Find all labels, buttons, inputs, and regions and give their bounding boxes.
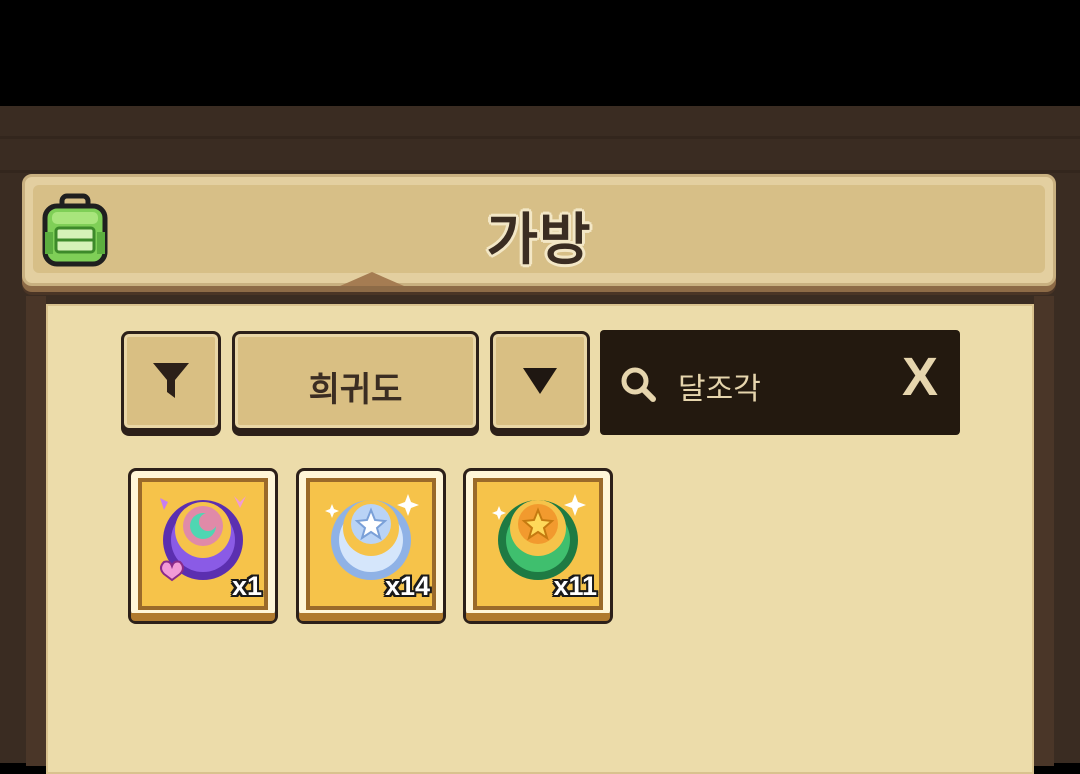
header-bar: 가방 [22, 174, 1056, 286]
filter-button[interactable] [121, 331, 221, 431]
header-notch [340, 272, 404, 286]
search-icon [621, 367, 656, 402]
item-quantity: x1 [231, 571, 262, 601]
top-black-bar [0, 0, 1080, 106]
item-quantity: x14 [384, 571, 430, 601]
clear-search-button[interactable]: X [902, 350, 938, 404]
panel-left-rail [26, 296, 46, 766]
funnel-icon [153, 363, 189, 398]
triangle-down-icon [523, 368, 557, 394]
item-quantity: x11 [553, 571, 597, 601]
rarity-label: 희귀도 [308, 370, 403, 410]
backpack-icon [40, 192, 110, 268]
item-slot-green-moon[interactable]: x11 [463, 468, 613, 624]
rarity-sort-button[interactable]: 희귀도 [232, 331, 479, 431]
search-value: 달조각 [678, 372, 761, 407]
item-slot-purple-moon[interactable]: x1 [128, 468, 278, 624]
sort-order-button[interactable] [490, 331, 590, 431]
page-title: 가방 [486, 208, 592, 273]
item-slot-blue-moon[interactable]: x14 [296, 468, 446, 624]
panel-right-rail [1034, 296, 1054, 766]
